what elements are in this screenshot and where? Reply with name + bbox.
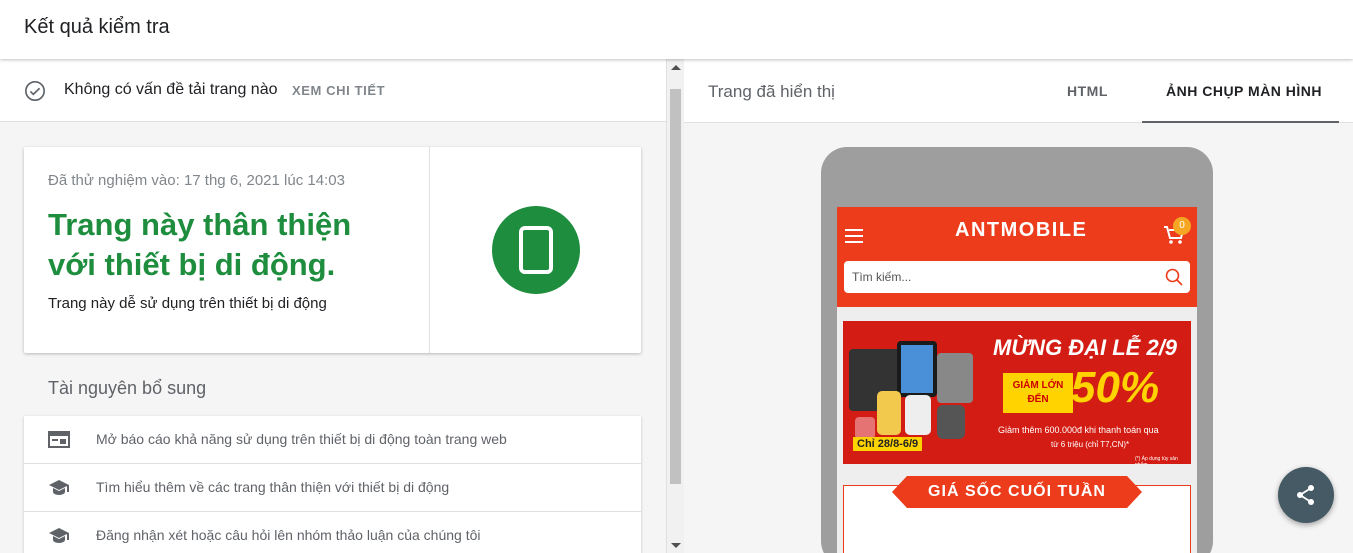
discount-value: 50% <box>1071 363 1160 412</box>
left-pane: Không có vấn đề tải trang nào XEM CHI TI… <box>0 59 666 553</box>
promo-date: Chỉ 28/8-6/9 <box>853 437 923 451</box>
status-message: Không có vấn đề tải trang nào <box>64 81 278 98</box>
top-bar: Kết quả kiểm tra <box>0 0 1353 59</box>
verdict-heading: Trang này thân thiện với thiết bị di độn… <box>48 205 408 285</box>
discount-label-1: GIẢM LỚN <box>1012 380 1064 391</box>
result-card: Đã thử nghiệm vào: 17 thg 6, 2021 lúc 14… <box>24 147 641 353</box>
verdict-subtitle: Trang này dễ sử dụng trên thiết bị di độ… <box>48 295 327 312</box>
verdict-line-1: Trang này thân thiện <box>48 207 352 242</box>
left-pane-scrollbar[interactable] <box>666 59 684 553</box>
rendered-page-label: Trang đã hiển thị <box>708 82 835 101</box>
smartphone-icon <box>519 226 553 274</box>
deal-title: GIÁ SỐC CUỐI TUẦN <box>928 483 1106 500</box>
site-search-box: Tìm kiếm... <box>844 261 1190 293</box>
promo-line: Giảm thêm 600.000đ khi thanh toán qua <box>998 425 1159 435</box>
resources-list: Mở báo cáo khả năng sử dụng trên thiết b… <box>24 416 641 553</box>
web-report-icon <box>48 431 70 448</box>
resource-label[interactable]: Đăng nhận xét hoặc câu hỏi lên nhóm thảo… <box>96 527 481 543</box>
tested-timestamp: Đã thử nghiệm vào: 17 thg 6, 2021 lúc 14… <box>48 172 345 189</box>
resource-item-usability-report[interactable]: Mở báo cáo khả năng sử dụng trên thiết b… <box>24 416 641 464</box>
devices-illustration <box>849 341 973 439</box>
right-pane: Trang đã hiển thị HTML ẢNH CHỤP MÀN HÌNH… <box>684 59 1353 553</box>
school-icon <box>49 480 69 495</box>
promo-banner: MỪNG ĐẠI LỄ 2/9 GIẢM LỚN ĐẾN 50% Giảm th… <box>843 321 1191 464</box>
active-tab-indicator <box>1142 121 1339 123</box>
page-loading-status: Không có vấn đề tải trang nào XEM CHI TI… <box>0 59 666 122</box>
discount-label: GIẢM LỚN ĐẾN <box>1003 373 1073 413</box>
view-details-link[interactable]: XEM CHI TIẾT <box>292 83 385 98</box>
search-icon <box>1165 268 1183 286</box>
verdict-line-2: với thiết bị di động. <box>48 247 336 282</box>
scrollbar-thumb[interactable] <box>670 89 681 484</box>
resource-label[interactable]: Tìm hiểu thêm về các trang thân thiện vớ… <box>96 479 449 495</box>
resource-label[interactable]: Mở báo cáo khả năng sử dụng trên thiết b… <box>96 431 507 447</box>
share-button[interactable] <box>1278 467 1334 523</box>
page-screenshot: ANTMOBILE 0 Tìm kiếm... MỪNG ĐẠI LỄ 2/9 … <box>837 207 1197 553</box>
site-header: ANTMOBILE 0 Tìm kiếm... <box>837 207 1197 307</box>
phone-frame: ANTMOBILE 0 Tìm kiếm... MỪNG ĐẠI LỄ 2/9 … <box>821 147 1213 553</box>
page-title: Kết quả kiểm tra <box>24 16 170 38</box>
card-divider <box>429 147 430 353</box>
scroll-down-arrow-icon[interactable] <box>671 543 681 548</box>
cart-count-badge: 0 <box>1173 217 1191 235</box>
tab-html[interactable]: HTML <box>1067 83 1108 99</box>
weekend-deal-section: GIÁ SỐC CUỐI TUẦN <box>843 476 1191 553</box>
promo-line-2: từ 6 triệu (chỉ T7,CN)* <box>1051 440 1130 449</box>
check-circle-icon <box>25 81 45 101</box>
search-placeholder: Tìm kiếm... <box>852 270 912 284</box>
tab-screenshot[interactable]: ẢNH CHỤP MÀN HÌNH <box>1166 83 1322 99</box>
banner-headline: MỪNG ĐẠI LỄ 2/9 <box>993 335 1178 360</box>
school-icon <box>49 528 69 543</box>
rendered-page-tabs: Trang đã hiển thị HTML ẢNH CHỤP MÀN HÌNH <box>684 59 1353 123</box>
share-icon <box>1297 485 1314 505</box>
scroll-up-arrow-icon[interactable] <box>671 65 681 70</box>
site-logo: ANTMOBILE <box>955 219 1088 241</box>
discount-label-2: ĐẾN <box>1027 394 1049 405</box>
resources-title: Tài nguyên bổ sung <box>48 378 207 398</box>
resource-item-learn-more[interactable]: Tìm hiểu thêm về các trang thân thiện vớ… <box>24 464 641 512</box>
mobile-friendly-badge <box>492 206 580 294</box>
deal-ribbon: GIÁ SỐC CUỐI TUẦN <box>892 476 1142 508</box>
menu-icon <box>845 229 863 243</box>
resource-item-discussion-group[interactable]: Đăng nhận xét hoặc câu hỏi lên nhóm thảo… <box>24 512 641 553</box>
promo-note: (*) Áp dụng tùy sản phẩm <box>1135 456 1178 464</box>
